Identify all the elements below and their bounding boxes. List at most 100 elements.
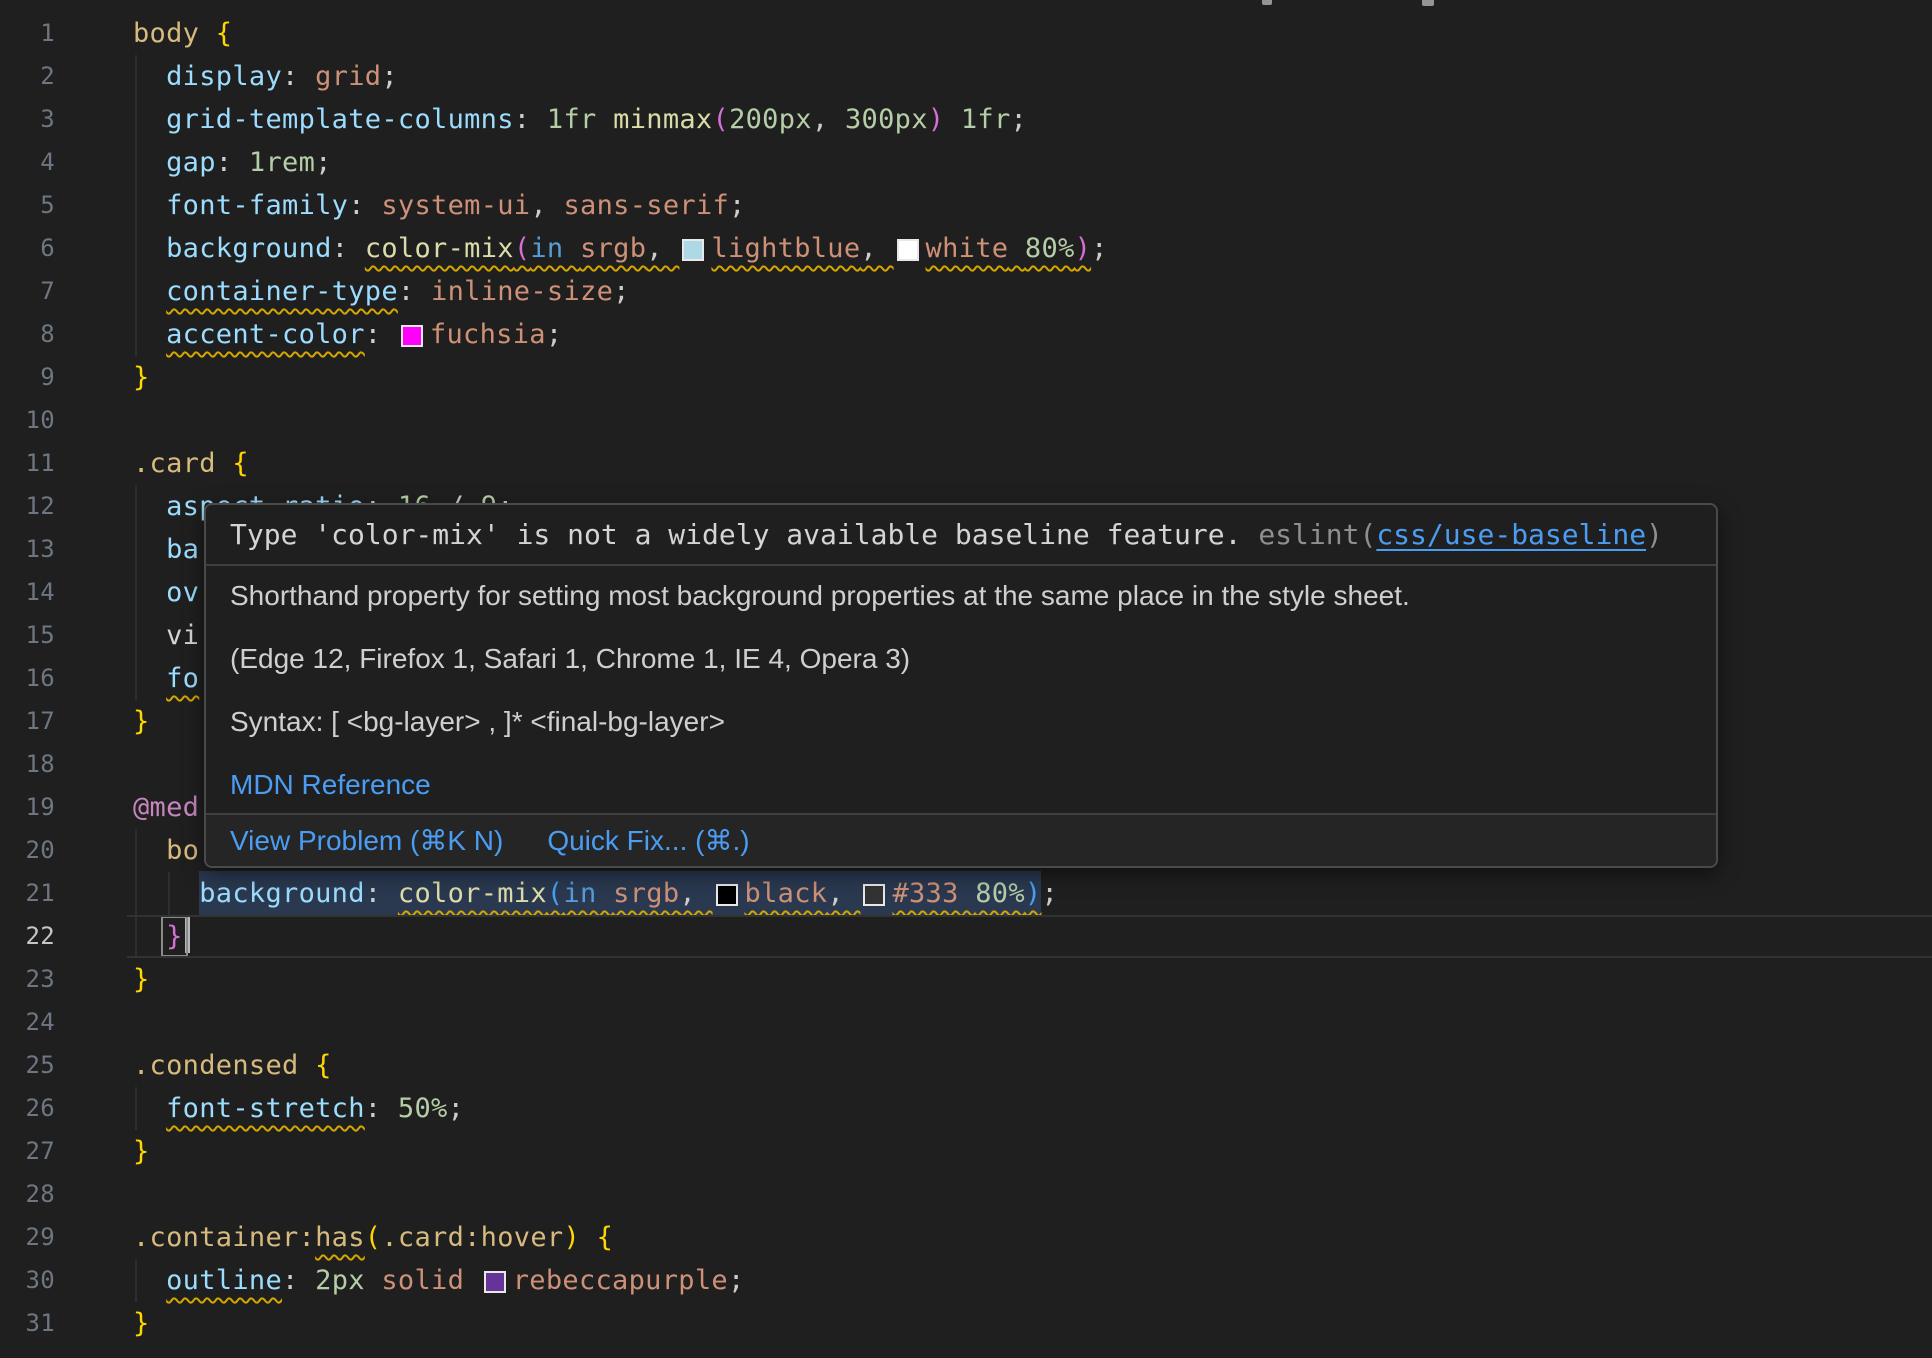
line-number[interactable]: 13 [0,528,55,571]
code-text[interactable]: } [55,958,1932,1001]
code-token: 200px [729,104,812,135]
line-number[interactable]: 22 [0,915,55,958]
view-problem-action[interactable]: View Problem (⌘K N) [230,824,503,857]
code-text[interactable]: background: color-mix(in srgb, lightblue… [55,227,1932,270]
code-token: container-type [166,276,398,307]
code-token: minmax [613,104,712,135]
line-number[interactable]: 31 [0,1302,55,1345]
code-token [133,190,166,221]
code-token: ; [728,1265,745,1296]
code-text[interactable]: } [55,915,1932,958]
line-number[interactable]: 11 [0,442,55,485]
color-swatch[interactable] [484,1271,506,1293]
code-token [299,1050,316,1081]
line-number[interactable]: 8 [0,313,55,356]
indent-guide [135,270,137,313]
color-swatch[interactable] [716,884,738,906]
line-number[interactable]: 30 [0,1259,55,1302]
code-text[interactable]: grid-template-columns: 1fr minmax(200px,… [55,98,1932,141]
code-token: 2px [315,1265,365,1296]
line-number[interactable]: 3 [0,98,55,141]
code-text[interactable]: .condensed { [55,1044,1932,1087]
line-number[interactable]: 17 [0,700,55,743]
code-token: , [530,190,563,221]
quick-fix-action[interactable]: Quick Fix... (⌘.) [547,824,749,857]
line-number[interactable]: 6 [0,227,55,270]
line-number[interactable]: 28 [0,1173,55,1216]
mdn-reference-link[interactable]: MDN Reference [230,769,431,800]
line-number[interactable]: 12 [0,485,55,528]
code-text[interactable]: } [55,356,1932,399]
code-token: fo [166,663,199,694]
line-number[interactable]: 5 [0,184,55,227]
code-text[interactable]: gap: 1rem; [55,141,1932,184]
code-text[interactable]: display: grid; [55,55,1932,98]
line-number[interactable]: 20 [0,829,55,872]
line-number[interactable]: 1 [0,12,55,55]
line-number[interactable]: 19 [0,786,55,829]
line-number[interactable]: 9 [0,356,55,399]
code-token: display [166,61,282,92]
code-text[interactable]: accent-color: fuchsia; [55,313,1932,356]
code-token: grid [315,61,381,92]
code-token: { [216,18,233,49]
code-text[interactable]: .card { [55,442,1932,485]
line-number[interactable]: 23 [0,958,55,1001]
line-number[interactable]: 18 [0,743,55,786]
code-text[interactable]: } [55,1302,1932,1345]
code-line: 23} [0,958,1932,1001]
code-token: 80% [1025,233,1075,264]
code-text[interactable] [55,399,1932,442]
warning-underlined-range: accent-color [166,319,365,350]
eslint-rule-link[interactable]: css/use-baseline [1376,518,1646,551]
code-text[interactable]: font-stretch: 50%; [55,1087,1932,1130]
line-number[interactable]: 10 [0,399,55,442]
line-number[interactable]: 7 [0,270,55,313]
code-text[interactable]: outline: 2px solid rebeccapurple; [55,1259,1932,1302]
code-line: 7 container-type: inline-size; [0,270,1932,313]
diagnostic-source-suffix: ) [1646,518,1663,551]
property-description: Shorthand property for setting most back… [230,582,1692,610]
code-token [133,147,166,178]
code-text[interactable]: } [55,1130,1932,1173]
line-number[interactable]: 24 [0,1001,55,1044]
color-swatch[interactable] [863,884,885,906]
code-token: ; [613,276,630,307]
line-number[interactable]: 14 [0,571,55,614]
line-number[interactable]: 21 [0,872,55,915]
code-token [199,18,216,49]
line-number[interactable]: 16 [0,657,55,700]
code-token: : [332,233,365,264]
color-swatch[interactable] [682,239,704,261]
line-number[interactable]: 29 [0,1216,55,1259]
code-token [944,104,961,135]
code-text[interactable]: .container:has(.card:hover) { [55,1216,1932,1259]
code-token: ( [514,233,531,264]
line-number[interactable]: 25 [0,1044,55,1087]
code-text[interactable]: background: color-mix(in srgb, black, #3… [55,872,1932,915]
color-swatch[interactable] [401,325,423,347]
code-text[interactable] [55,1001,1932,1044]
diagnostic-row: Type 'color-mix' is not a widely availab… [206,505,1716,566]
code-token: } [133,1136,150,1167]
line-number[interactable]: 15 [0,614,55,657]
code-line: 5 font-family: system-ui, sans-serif; [0,184,1932,227]
indent-guide [135,141,137,184]
code-token [133,276,166,307]
indent-guide [135,657,137,700]
code-text[interactable]: body { [55,12,1932,55]
line-number[interactable]: 27 [0,1130,55,1173]
line-number[interactable]: 4 [0,141,55,184]
code-text[interactable]: font-family: system-ui, sans-serif; [55,184,1932,227]
code-text[interactable]: container-type: inline-size; [55,270,1932,313]
code-line: 11.card { [0,442,1932,485]
line-number[interactable]: 2 [0,55,55,98]
code-text[interactable] [55,1173,1932,1216]
indent-guide [135,829,137,872]
warning-underlined-range: container-type [166,276,398,307]
code-token: : [398,276,431,307]
warning-underlined-range: color-mix(in srgb, black, #333 80%) [398,878,1042,909]
line-number[interactable]: 26 [0,1087,55,1130]
code-token [133,878,199,909]
color-swatch[interactable] [897,239,919,261]
